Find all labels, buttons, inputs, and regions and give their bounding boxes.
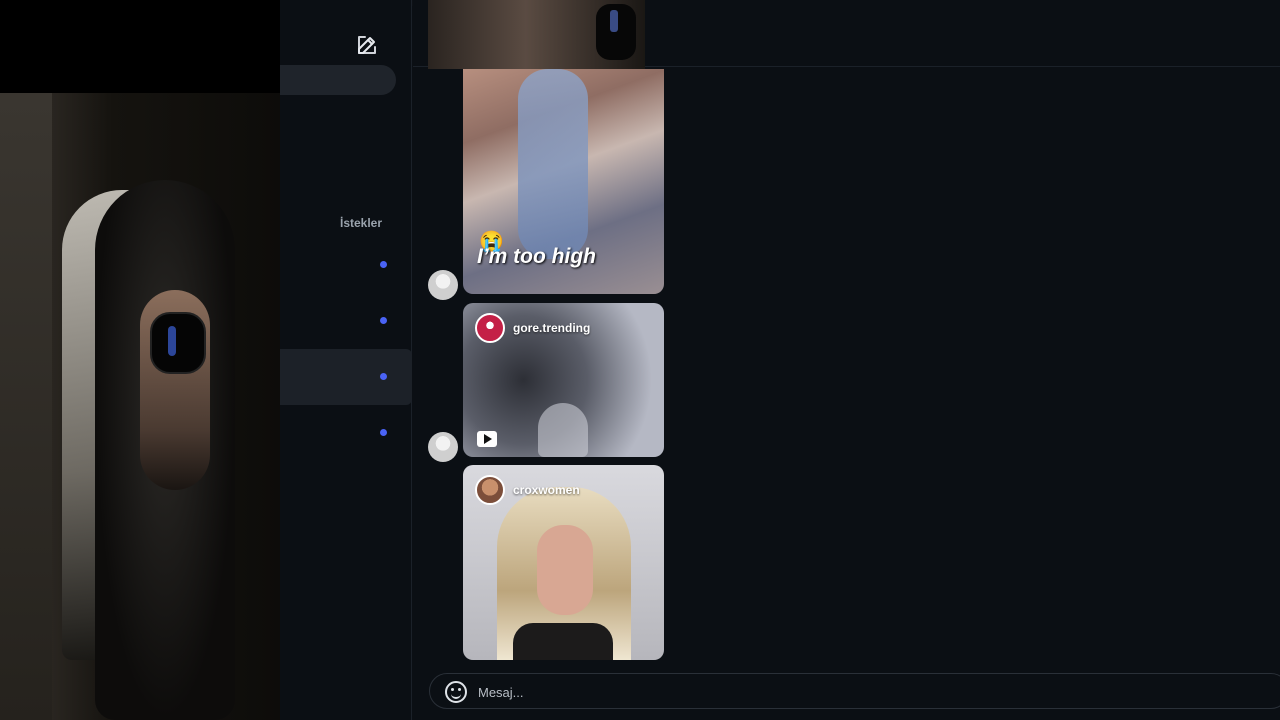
conversation-row-active[interactable] bbox=[280, 349, 412, 405]
shared-video-message[interactable]: 😭 I’m too high bbox=[463, 69, 664, 294]
photo-shirt bbox=[513, 623, 613, 660]
conversation-row[interactable] bbox=[280, 405, 412, 461]
video-frame bbox=[538, 403, 588, 457]
account-avatar bbox=[475, 475, 505, 505]
reel-account-tag: croxwomen bbox=[475, 475, 580, 505]
video-caption: I’m too high bbox=[477, 245, 596, 268]
message-input[interactable] bbox=[478, 683, 1258, 701]
webcam-door bbox=[0, 93, 52, 720]
webcam-black-bar bbox=[0, 0, 280, 93]
unread-dot bbox=[380, 373, 387, 380]
search-bar[interactable] bbox=[280, 65, 396, 95]
account-avatar bbox=[475, 313, 505, 343]
requests-link[interactable]: İstekler bbox=[340, 216, 382, 230]
play-icon bbox=[477, 431, 497, 447]
thumbnail-detail bbox=[596, 4, 636, 60]
unread-dot bbox=[380, 429, 387, 436]
smiley-icon[interactable] bbox=[445, 681, 467, 703]
shared-reel-message[interactable]: croxwomen bbox=[463, 465, 664, 660]
video-frame bbox=[518, 69, 588, 259]
edit-icon[interactable] bbox=[355, 33, 379, 57]
shared-reel-message[interactable]: gore.trending bbox=[463, 303, 664, 457]
sender-avatar[interactable] bbox=[428, 270, 458, 300]
photo-face bbox=[537, 525, 593, 615]
app-root: İstekler 😭 I’m too high gore.trending cr… bbox=[0, 0, 1280, 720]
webcam-sunglasses bbox=[150, 312, 206, 374]
message-composer bbox=[429, 673, 1280, 709]
conversation-row[interactable] bbox=[280, 237, 412, 293]
account-name: gore.trending bbox=[513, 321, 591, 335]
unread-dot bbox=[380, 317, 387, 324]
webcam-overlay bbox=[0, 0, 280, 720]
reel-account-tag: gore.trending bbox=[475, 313, 590, 343]
unread-dot bbox=[380, 261, 387, 268]
account-name: croxwomen bbox=[513, 483, 580, 497]
conversation-row[interactable] bbox=[280, 293, 412, 349]
previous-media-thumbnail[interactable] bbox=[428, 0, 645, 69]
sender-avatar[interactable] bbox=[428, 432, 458, 462]
